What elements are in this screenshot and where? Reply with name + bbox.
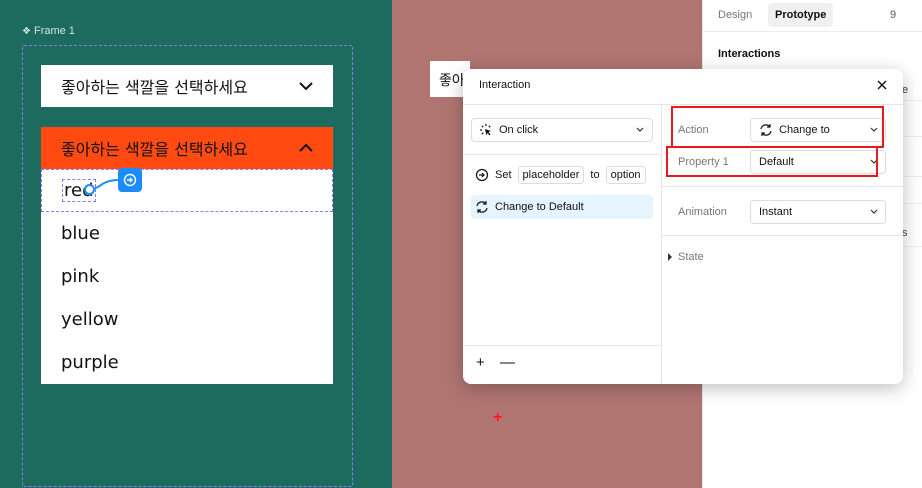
option-yellow-text: yellow [61, 309, 119, 330]
state-label: State [678, 251, 704, 263]
option-blue[interactable]: blue [41, 212, 333, 255]
animation-select[interactable]: Instant [750, 200, 886, 224]
panel-tabs: Design Prototype 9 [703, 0, 922, 32]
interaction-target-icon [123, 173, 137, 187]
dropdown-open[interactable]: 좋아하는 색깔을 선택하세요 [41, 127, 333, 169]
add-action-button[interactable]: + [476, 355, 485, 371]
divider [463, 345, 661, 346]
value-pill[interactable]: option [605, 166, 646, 184]
option-yellow[interactable]: yellow [41, 298, 333, 341]
highlight-property-box [666, 146, 878, 177]
option-blue-text: blue [61, 223, 100, 244]
click-trigger-icon [480, 124, 491, 136]
variable-pill[interactable]: placeholder [517, 166, 585, 184]
animation-field-label: Animation [678, 206, 727, 218]
prototype-connector-handle[interactable] [84, 184, 95, 195]
crosshair-marker: + [493, 409, 503, 426]
tab-prototype[interactable]: Prototype [768, 3, 834, 27]
animation-select-value: Instant [759, 206, 793, 218]
to-label: to [590, 169, 600, 181]
dropdown-option-list: red blue pink yellow purple [41, 169, 333, 384]
action-change-to-default[interactable]: Change to Default [471, 195, 653, 219]
action-set-variable[interactable]: Set placeholder to option [471, 163, 653, 187]
trigger-select-value: On click [499, 124, 539, 136]
chevron-down-icon [299, 82, 313, 91]
remove-action-button[interactable]: — [500, 355, 515, 371]
pane-divider [661, 105, 662, 384]
interactions-section-title: Interactions [718, 48, 781, 60]
option-pink[interactable]: pink [41, 255, 333, 298]
set-variable-icon [475, 168, 489, 182]
highlight-action-box [671, 106, 884, 148]
chevron-right-icon [668, 253, 672, 261]
chevron-up-icon [299, 143, 313, 152]
divider [463, 104, 903, 105]
trigger-select[interactable]: On click [471, 118, 653, 142]
divider [662, 235, 903, 236]
close-icon[interactable] [875, 78, 889, 92]
interaction-badge[interactable] [118, 168, 142, 192]
chevron-down-icon [636, 127, 644, 132]
frame-label-text: Frame 1 [33, 25, 75, 37]
divider [662, 186, 903, 187]
dropdown-open-text: 좋아하는 색깔을 선택하세요 [61, 140, 248, 159]
chevron-down-icon [870, 209, 878, 214]
component-icon: ❖ [22, 25, 31, 37]
prototype-connector-line [94, 179, 120, 189]
divider [463, 154, 661, 155]
dropdown-closed[interactable]: 좋아하는 색깔을 선택하세요 [41, 65, 333, 107]
option-purple[interactable]: purple [41, 341, 333, 384]
set-label: Set [495, 169, 512, 181]
option-purple-text: purple [61, 352, 119, 373]
action-label: Change to Default [495, 201, 584, 213]
dropdown-closed-text: 좋아하는 색깔을 선택하세요 [61, 78, 248, 97]
frame-label[interactable]: ❖ Frame 1 [22, 25, 75, 37]
change-to-icon [476, 201, 488, 213]
dialog-title: Interaction [479, 79, 531, 91]
zoom-level-peek[interactable]: 9 [890, 3, 896, 27]
state-section-toggle[interactable]: State [667, 251, 704, 263]
tab-design[interactable]: Design [711, 3, 759, 27]
option-pink-text: pink [61, 266, 100, 287]
